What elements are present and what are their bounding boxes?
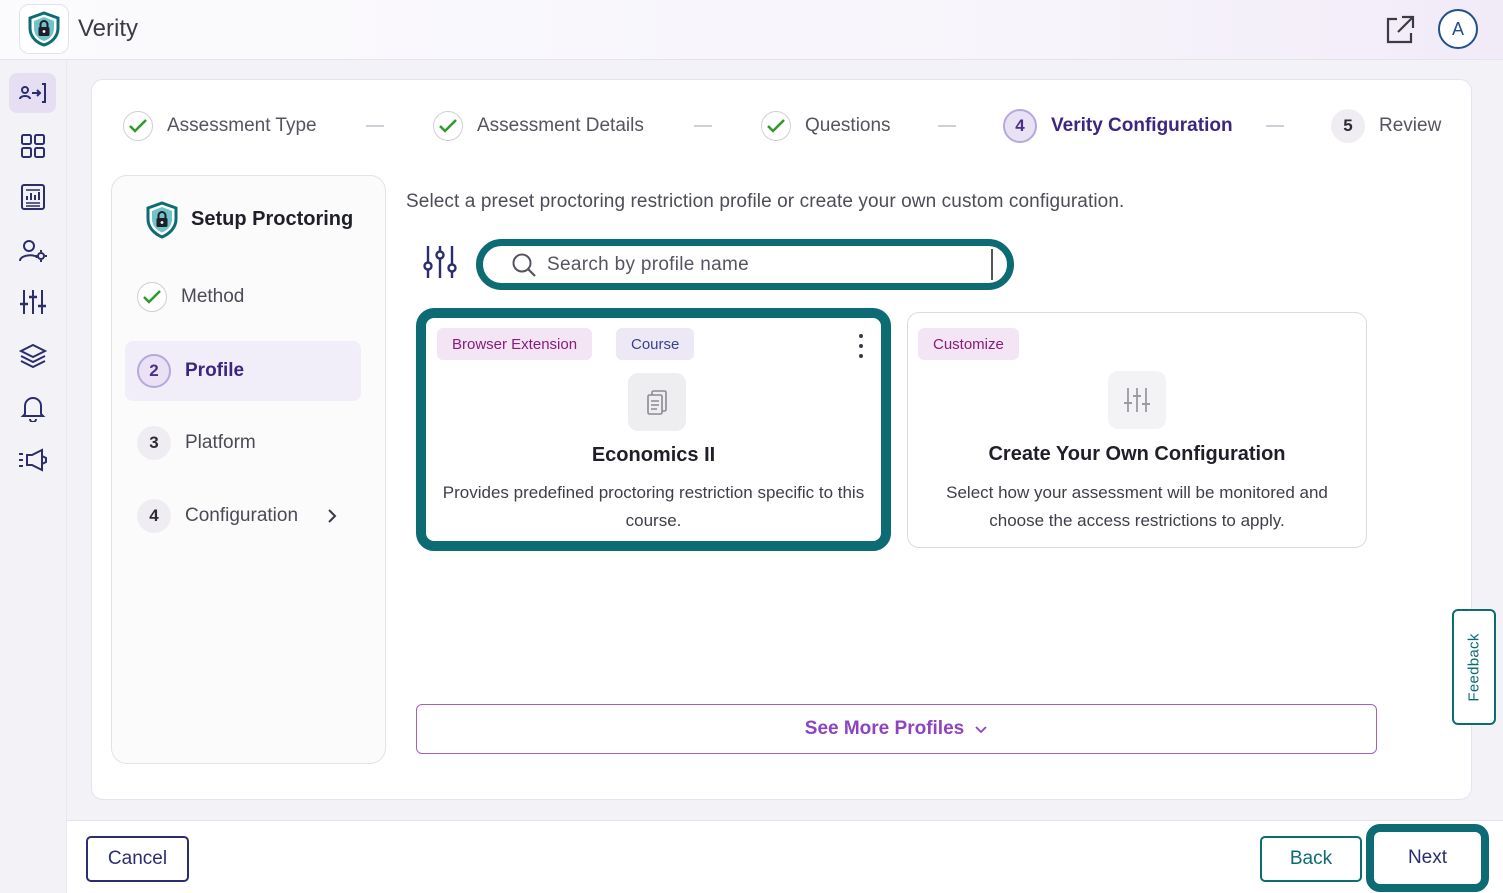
shield-lock-icon: [146, 201, 178, 239]
sliders-icon: [19, 290, 46, 314]
step-label: Questions: [805, 115, 891, 136]
step-divider: [938, 125, 956, 127]
external-link-icon[interactable]: [1383, 13, 1417, 47]
side-item-profile[interactable]: 2 Profile: [125, 341, 361, 401]
next-button-highlight: Next: [1366, 824, 1489, 892]
assign-icon: [18, 83, 46, 103]
side-item-label: Method: [181, 286, 245, 307]
sliders-icon: [1124, 388, 1150, 412]
setup-proctoring-title: Setup Proctoring: [191, 208, 354, 230]
profile-card-economics[interactable]: Browser Extension Course Economics II Pr…: [416, 308, 891, 551]
profile-card-description: Provides predefined proctoring restricti…: [442, 483, 865, 530]
card-icon-box: [628, 373, 686, 431]
badge-browser-extension: Browser Extension: [437, 328, 593, 360]
step-assessment-details[interactable]: Assessment Details: [433, 108, 644, 144]
search-field: [487, 249, 993, 280]
card-icon-box: [1108, 371, 1166, 429]
step-check: [761, 111, 791, 141]
layers-icon: [18, 343, 47, 369]
step-check: [433, 111, 463, 141]
filter-sliders-icon[interactable]: [421, 244, 459, 280]
search-input[interactable]: [547, 251, 987, 279]
step-check: [137, 282, 167, 312]
feedback-tab[interactable]: Feedback: [1452, 609, 1496, 725]
check-icon: [439, 119, 457, 133]
side-item-label: Configuration: [185, 505, 299, 526]
check-icon: [129, 119, 147, 133]
rail-item-assign[interactable]: [9, 73, 56, 113]
step-assessment-type[interactable]: Assessment Type: [123, 108, 317, 144]
rail-item-user-settings[interactable]: [9, 231, 56, 271]
rail-item-notifications[interactable]: [9, 388, 56, 428]
rail-item-controls[interactable]: [9, 282, 56, 322]
app-title: Verity: [78, 15, 139, 42]
step-number: 4: [1003, 109, 1037, 143]
side-item-number: 3: [137, 426, 171, 460]
custom-card-title: Create Your Own Configuration: [988, 443, 1286, 465]
side-item-method[interactable]: Method: [125, 267, 361, 327]
step-label: Review: [1379, 115, 1442, 136]
badge-course: Course: [616, 328, 695, 360]
step-label: Verity Configuration: [1051, 115, 1233, 136]
bell-icon: [20, 397, 45, 422]
side-item-label: Profile: [185, 360, 245, 381]
next-button[interactable]: Next: [1378, 838, 1477, 878]
step-divider: [1266, 125, 1284, 127]
see-more-profiles-button[interactable]: See More Profiles: [416, 704, 1377, 754]
step-review[interactable]: 5 Review: [1331, 108, 1441, 144]
check-icon: [143, 290, 161, 304]
rail-item-announcements[interactable]: [9, 440, 56, 480]
chevron-right-icon: [328, 509, 337, 523]
grid-icon: [20, 134, 45, 158]
top-bar: Verity A: [0, 0, 1503, 60]
step-check: [123, 111, 153, 141]
search-icon: [512, 253, 536, 277]
user-settings-icon: [18, 240, 47, 262]
instruction-text: Select a preset proctoring restriction p…: [406, 191, 1125, 212]
document-stack-icon: [647, 390, 667, 415]
step-verity-configuration[interactable]: 4 Verity Configuration: [1003, 108, 1233, 144]
badge-customize: Customize: [918, 328, 1019, 360]
step-number: 5: [1331, 109, 1365, 143]
step-divider: [366, 125, 384, 127]
megaphone-icon: [18, 448, 47, 472]
step-questions[interactable]: Questions: [761, 108, 891, 144]
step-label: Assessment Type: [167, 115, 317, 136]
see-more-label: See More Profiles: [804, 718, 965, 739]
side-item-configuration[interactable]: 4 Configuration: [125, 486, 361, 546]
more-options-icon[interactable]: [857, 332, 865, 360]
search-box: [476, 239, 1014, 290]
custom-card-description: Select how your assessment will be monit…: [946, 483, 1328, 530]
step-divider: [694, 125, 712, 127]
rail-item-layers[interactable]: [9, 336, 56, 376]
left-nav-rail: [0, 60, 67, 893]
user-avatar[interactable]: A: [1438, 9, 1478, 49]
cancel-button[interactable]: Cancel: [86, 836, 189, 882]
app-logo[interactable]: [19, 4, 69, 54]
back-button[interactable]: Back: [1260, 836, 1362, 882]
step-label: Assessment Details: [477, 115, 644, 136]
shield-lock-icon: [28, 11, 60, 47]
create-custom-configuration-card[interactable]: Customize Create Your Own Configuration …: [907, 312, 1367, 548]
rail-item-dashboard[interactable]: [9, 126, 56, 166]
rail-item-reports[interactable]: [9, 177, 56, 217]
side-item-number: 4: [137, 499, 171, 533]
feedback-label: Feedback: [1465, 632, 1483, 702]
report-icon: [20, 184, 45, 210]
side-item-number: 2: [137, 354, 171, 388]
check-icon: [767, 119, 785, 133]
profile-card-title: Economics II: [591, 444, 716, 466]
chevron-down-icon: [975, 726, 987, 734]
side-item-platform[interactable]: 3 Platform: [125, 413, 361, 473]
side-item-label: Platform: [185, 432, 256, 453]
